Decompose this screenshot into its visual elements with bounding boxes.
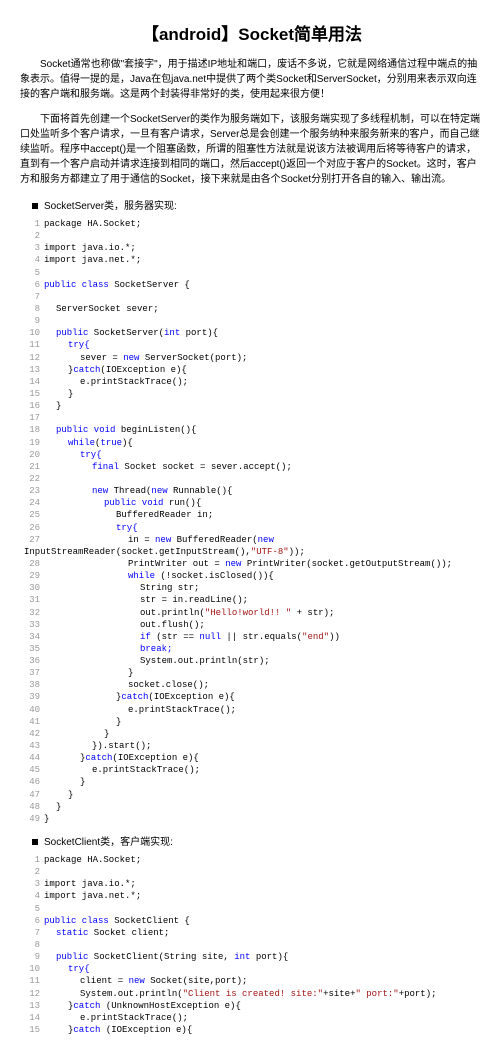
section-client: SocketClient类，客户端实现:: [32, 833, 484, 848]
page-title: 【android】Socket简单用法: [20, 20, 484, 45]
bullet-icon: [32, 203, 38, 209]
intro-paragraph-2: 下面将首先创建一个SocketServer的类作为服务端如下，该服务端实现了多线…: [20, 112, 484, 187]
bullet-icon: [32, 839, 38, 845]
code-client: 1package HA.Socket; 2 3import java.io.*;…: [24, 854, 484, 1036]
code-server: 1package HA.Socket; 2 3import java.io.*;…: [24, 218, 484, 825]
section-server: SocketServer类，服务器实现:: [32, 197, 484, 212]
intro-paragraph-1: Socket通常也称做"套接字"，用于描述IP地址和端口，废话不多说，它就是网络…: [20, 57, 484, 102]
